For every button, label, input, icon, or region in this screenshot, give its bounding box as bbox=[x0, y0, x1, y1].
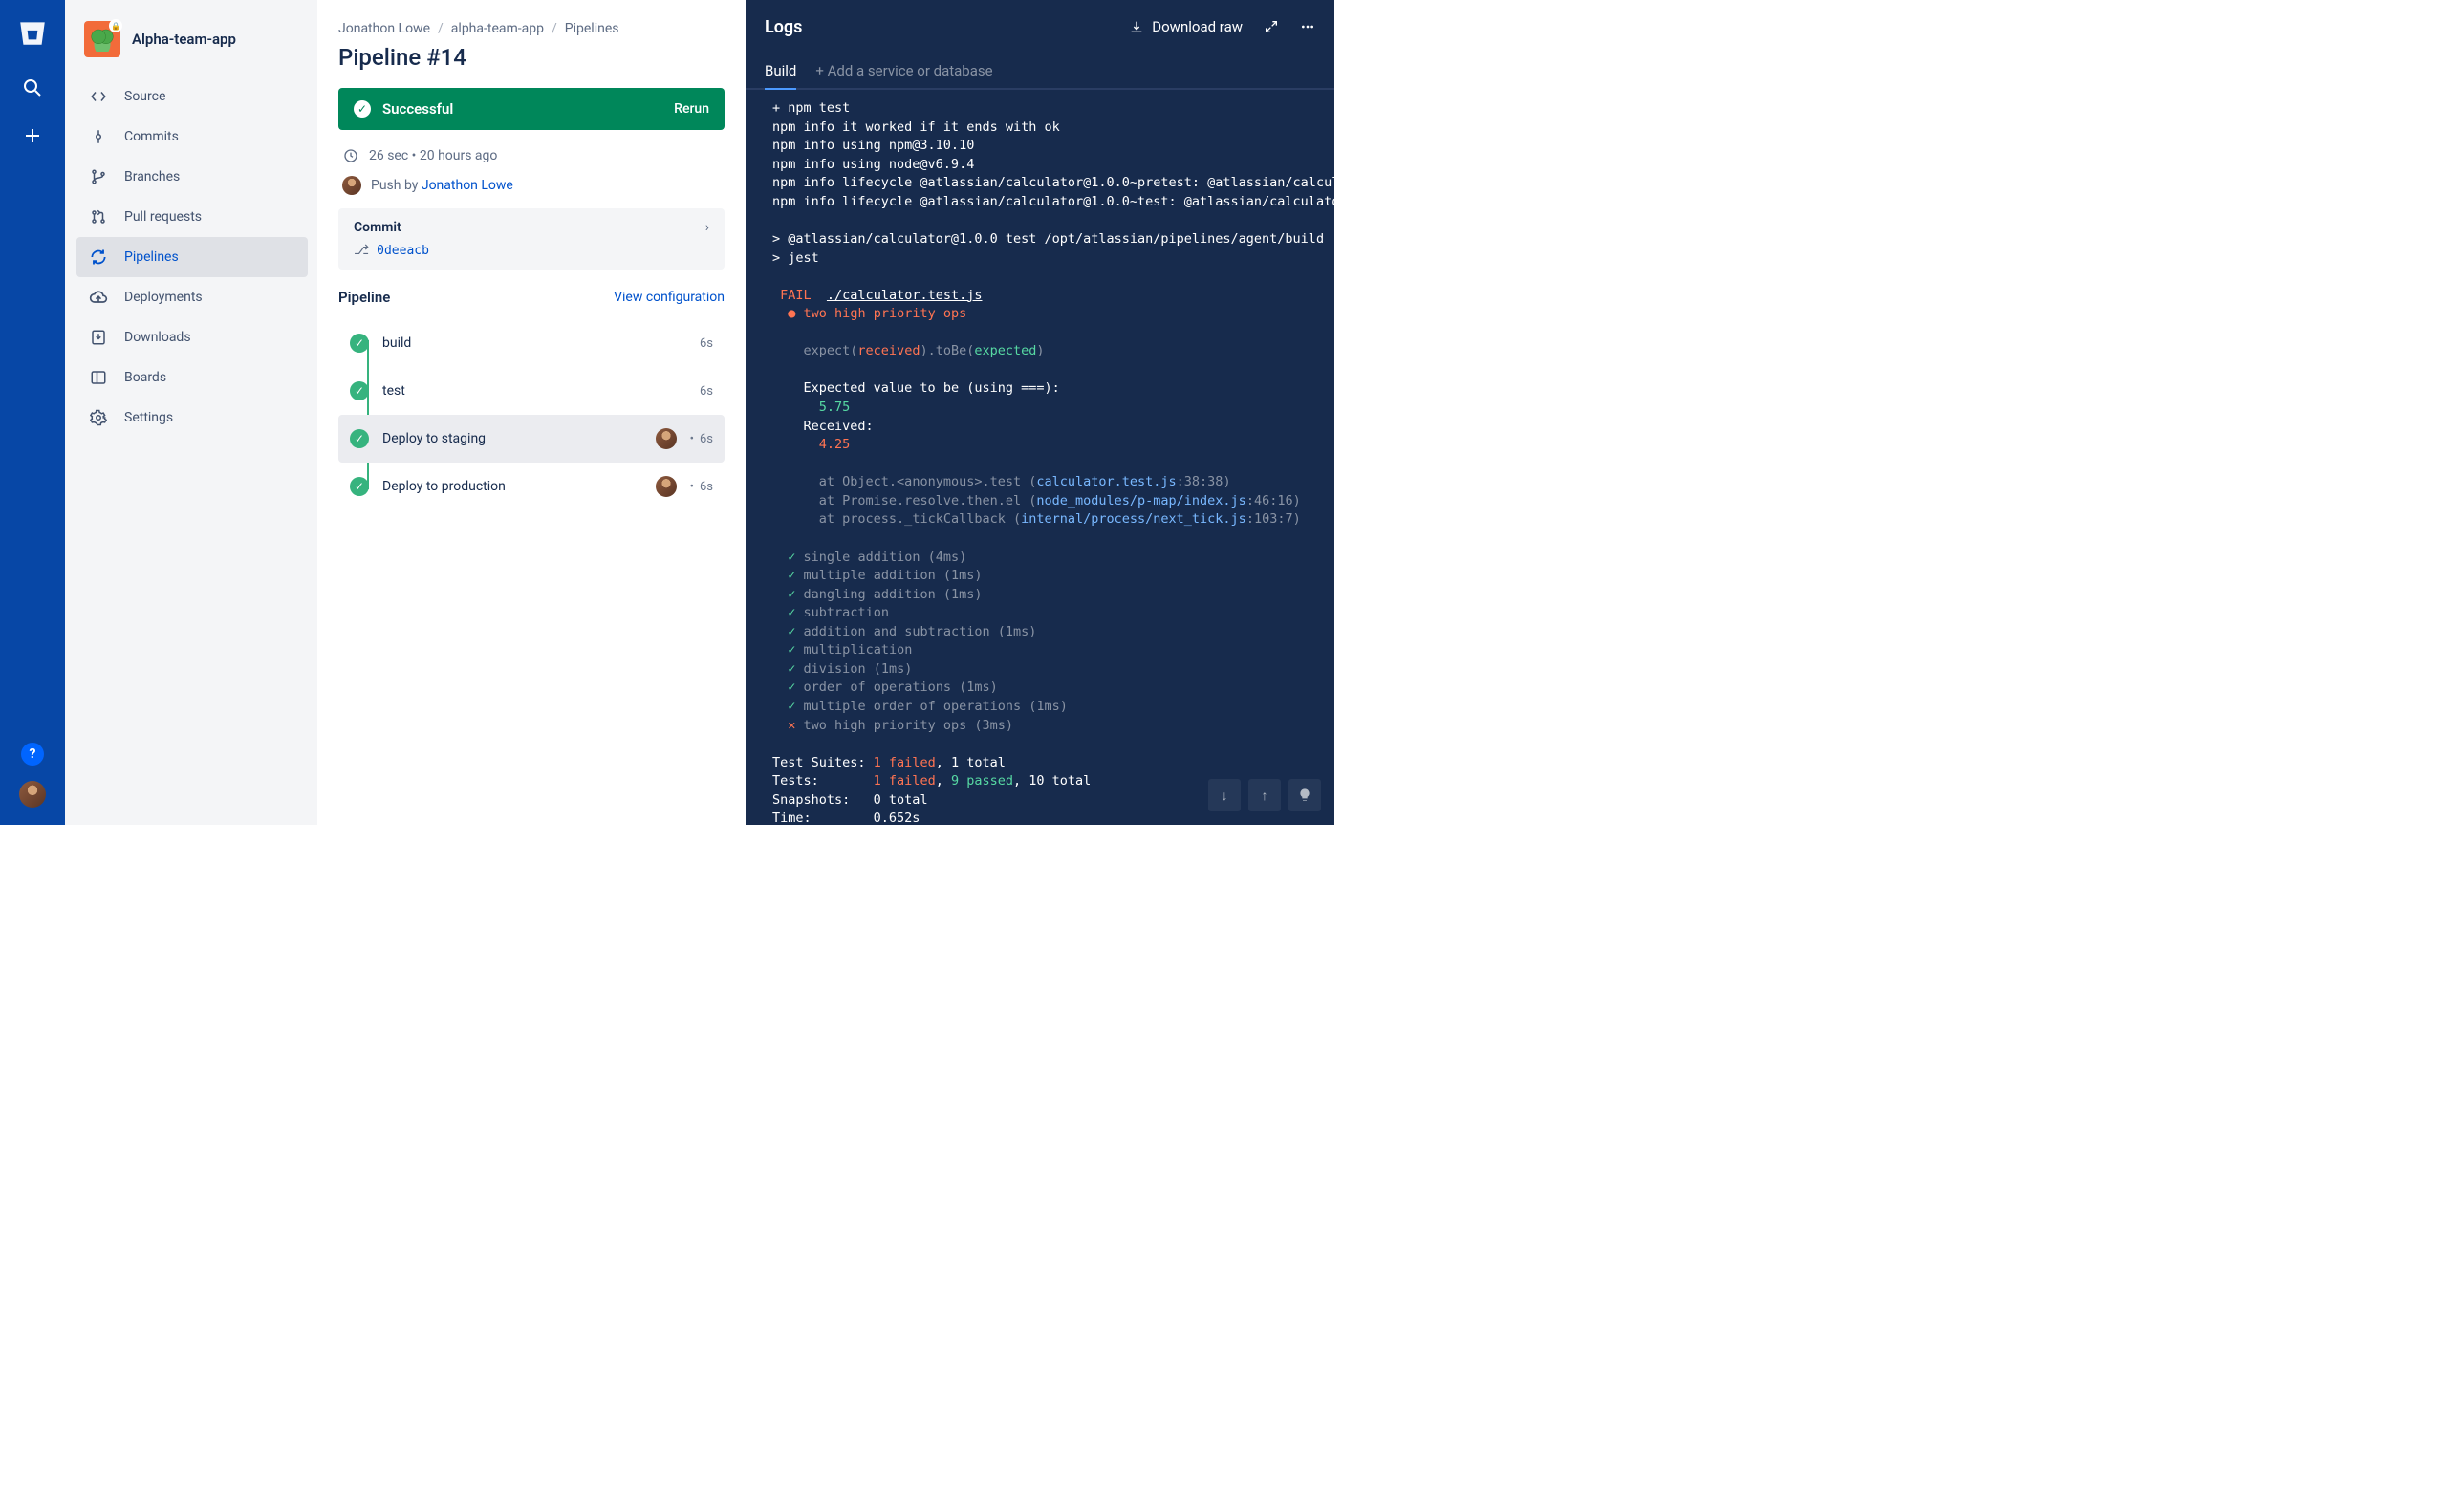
step-duration: 6s bbox=[700, 384, 713, 399]
logs-footer-controls: ↓ ↑ bbox=[1208, 779, 1321, 811]
avatar bbox=[656, 428, 677, 449]
sidebar-item-label: Branches bbox=[124, 169, 180, 184]
pipelines-icon bbox=[88, 247, 109, 268]
main-content: Jonathon Lowe/alpha-team-app/Pipelines P… bbox=[317, 0, 746, 825]
check-icon: ✓ bbox=[354, 100, 371, 118]
duration-row: 26 sec • 20 hours ago bbox=[338, 147, 725, 164]
more-icon[interactable] bbox=[1300, 19, 1315, 34]
sidebar-item-source[interactable]: Source bbox=[76, 76, 308, 117]
repo-header[interactable]: 🔒 Alpha-team-app bbox=[76, 21, 308, 76]
sidebar-item-label: Boards bbox=[124, 370, 166, 385]
global-rail: ? bbox=[0, 0, 65, 825]
tab-add-service[interactable]: + Add a service or database bbox=[815, 54, 992, 88]
sidebar-item-boards[interactable]: Boards bbox=[76, 357, 308, 398]
avatar bbox=[656, 476, 677, 497]
check-icon: ✓ bbox=[350, 429, 369, 448]
code-icon bbox=[88, 86, 109, 107]
sidebar-item-label: Downloads bbox=[124, 330, 191, 345]
sidebar-item-pull-requests[interactable]: Pull requests bbox=[76, 197, 308, 237]
tab-build[interactable]: Build bbox=[765, 54, 796, 88]
commit-icon bbox=[88, 126, 109, 147]
expand-icon[interactable] bbox=[1264, 19, 1279, 34]
chevron-right-icon[interactable]: › bbox=[705, 220, 709, 235]
sidebar-item-downloads[interactable]: Downloads bbox=[76, 317, 308, 357]
breadcrumb-item[interactable]: alpha-team-app bbox=[451, 21, 544, 36]
step-name: build bbox=[382, 335, 411, 351]
step-name: Deploy to production bbox=[382, 479, 506, 494]
commit-title: Commit bbox=[354, 220, 401, 235]
commit-card[interactable]: Commit › ⎇ 0deeacb bbox=[338, 208, 725, 270]
sidebar-item-pipelines[interactable]: Pipelines bbox=[76, 237, 308, 277]
pusher-row: Push by Jonathon Lowe bbox=[338, 176, 725, 195]
repo-avatar-icon: 🔒 bbox=[84, 21, 120, 57]
duration-text: 26 sec • 20 hours ago bbox=[369, 148, 497, 163]
logs-output[interactable]: + npm test npm info it worked if it ends… bbox=[746, 90, 1334, 825]
lock-icon: 🔒 bbox=[109, 19, 122, 32]
commit-hash-row: ⎇ 0deeacb bbox=[354, 243, 709, 258]
breadcrumb: Jonathon Lowe/alpha-team-app/Pipelines bbox=[338, 21, 725, 36]
logs-header: Logs Download raw bbox=[746, 0, 1334, 54]
pull-request-icon bbox=[88, 206, 109, 227]
pipeline-step[interactable]: ✓ Deploy to production •6s bbox=[338, 463, 725, 510]
step-duration: 6s bbox=[700, 480, 713, 494]
sidebar-item-branches[interactable]: Branches bbox=[76, 157, 308, 197]
board-icon bbox=[88, 367, 109, 388]
pipeline-section-header: Pipeline View configuration bbox=[338, 289, 725, 306]
rerun-button[interactable]: Rerun bbox=[674, 101, 709, 117]
pipeline-section-title: Pipeline bbox=[338, 289, 390, 306]
step-duration: 6s bbox=[700, 336, 713, 351]
clock-icon bbox=[342, 147, 359, 164]
repo-name: Alpha-team-app bbox=[132, 31, 236, 48]
check-icon: ✓ bbox=[350, 477, 369, 496]
download-icon bbox=[1129, 19, 1144, 34]
step-name: Deploy to staging bbox=[382, 431, 486, 446]
breadcrumb-item[interactable]: Pipelines bbox=[565, 21, 619, 36]
view-configuration-link[interactable]: View configuration bbox=[614, 290, 725, 305]
page-title: Pipeline #14 bbox=[338, 44, 725, 71]
sidebar-item-commits[interactable]: Commits bbox=[76, 117, 308, 157]
check-icon: ✓ bbox=[350, 334, 369, 353]
check-icon: ✓ bbox=[350, 381, 369, 400]
logs-title: Logs bbox=[765, 17, 802, 37]
search-icon[interactable] bbox=[21, 76, 44, 99]
push-text: Push by Jonathon Lowe bbox=[371, 178, 513, 193]
pipeline-step[interactable]: ✓ test 6s bbox=[338, 367, 725, 415]
logs-tabs: Build + Add a service or database bbox=[746, 54, 1334, 90]
download-icon bbox=[88, 327, 109, 348]
sidebar-item-label: Commits bbox=[124, 129, 179, 144]
sidebar-item-label: Pipelines bbox=[124, 249, 179, 265]
step-duration: 6s bbox=[700, 432, 713, 446]
cloud-up-icon bbox=[88, 287, 109, 308]
pusher-link[interactable]: Jonathon Lowe bbox=[422, 178, 513, 193]
sidebar-item-label: Source bbox=[124, 89, 165, 104]
help-icon[interactable]: ? bbox=[21, 743, 44, 766]
scroll-down-button[interactable]: ↓ bbox=[1208, 779, 1241, 811]
pipeline-steps: ✓ build 6s ✓ test 6s ✓ Deploy to staging… bbox=[338, 319, 725, 510]
commit-icon: ⎇ bbox=[354, 243, 369, 258]
pipeline-step[interactable]: ✓ Deploy to staging •6s bbox=[338, 415, 725, 463]
sidebar-item-settings[interactable]: Settings bbox=[76, 398, 308, 438]
commit-hash-link[interactable]: 0deeacb bbox=[377, 244, 429, 258]
sidebar-item-label: Deployments bbox=[124, 290, 203, 305]
pipeline-status-bar: ✓ Successful Rerun bbox=[338, 88, 725, 130]
breadcrumb-item[interactable]: Jonathon Lowe bbox=[338, 21, 430, 36]
user-avatar[interactable] bbox=[19, 781, 46, 808]
sidebar-item-deployments[interactable]: Deployments bbox=[76, 277, 308, 317]
logs-panel: Logs Download raw Build + Add a service … bbox=[746, 0, 1334, 825]
branch-icon bbox=[88, 166, 109, 187]
sidebar-item-label: Pull requests bbox=[124, 209, 202, 225]
light-icon[interactable] bbox=[1288, 779, 1321, 811]
bitbucket-logo-icon[interactable] bbox=[16, 17, 49, 50]
scroll-up-button[interactable]: ↑ bbox=[1248, 779, 1281, 811]
gear-icon bbox=[88, 407, 109, 428]
avatar bbox=[342, 176, 361, 195]
repo-sidebar: 🔒 Alpha-team-app Source Commits Branches… bbox=[65, 0, 317, 825]
step-name: test bbox=[382, 383, 405, 399]
plus-icon[interactable] bbox=[21, 124, 44, 147]
sidebar-item-label: Settings bbox=[124, 410, 173, 425]
download-raw-button[interactable]: Download raw bbox=[1129, 18, 1243, 35]
status-label: Successful bbox=[382, 100, 453, 118]
pipeline-step[interactable]: ✓ build 6s bbox=[338, 319, 725, 367]
